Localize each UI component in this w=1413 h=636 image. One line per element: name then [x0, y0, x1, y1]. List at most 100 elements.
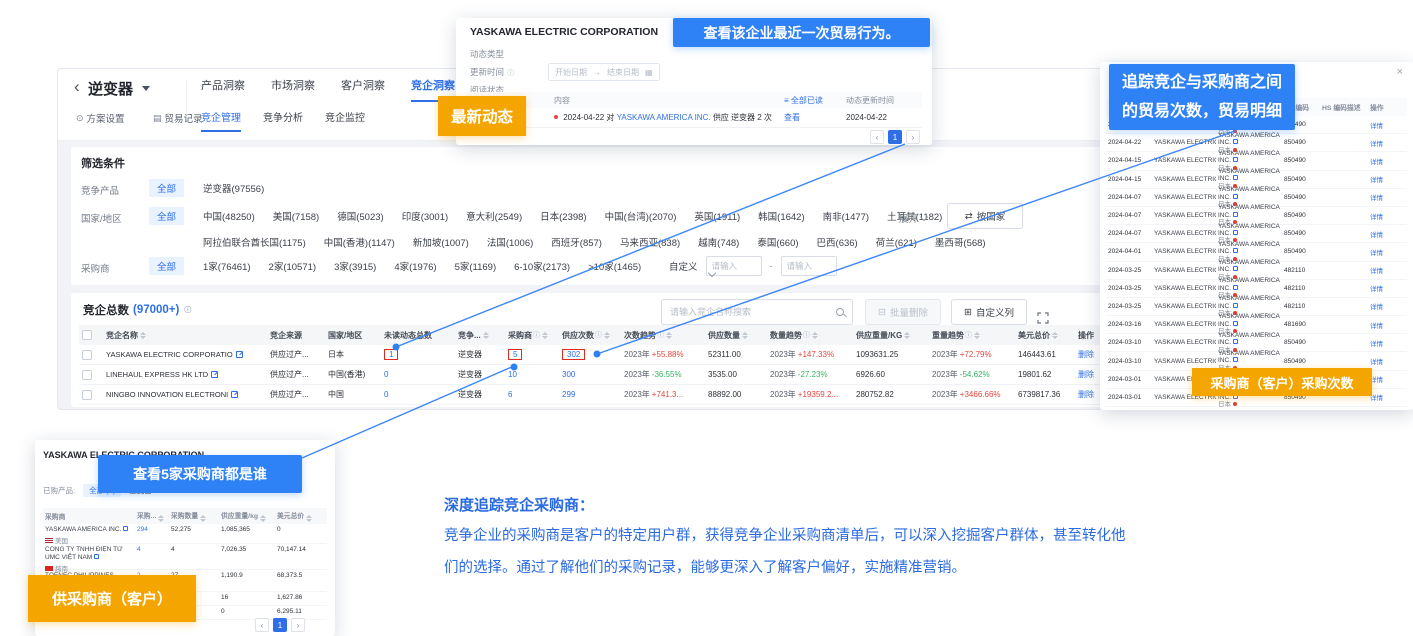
- detail-link[interactable]: 详情: [1370, 395, 1383, 402]
- company-link-icon[interactable]: [1233, 139, 1238, 144]
- delete-row-button[interactable]: 删除: [1078, 389, 1094, 400]
- sort-icon[interactable]: [604, 332, 610, 339]
- detail-link[interactable]: 详情: [1370, 341, 1383, 348]
- filter-option[interactable]: 阿拉伯联合酋长国(1175): [203, 235, 306, 249]
- filter-option[interactable]: 1家(76461): [203, 259, 251, 273]
- detail-link[interactable]: 详情: [1370, 286, 1383, 293]
- company-link-icon[interactable]: [231, 391, 238, 398]
- filter-option[interactable]: 马来西亚(838): [620, 235, 680, 249]
- filter-option[interactable]: 韩国(1642): [758, 209, 804, 223]
- filter-option[interactable]: 逆变器(97556): [203, 181, 264, 195]
- company-link-icon[interactable]: [1233, 285, 1238, 290]
- metric-link[interactable]: 10: [508, 370, 517, 379]
- filter-option[interactable]: 2家(10571): [269, 259, 317, 273]
- filter-option[interactable]: 英国(1911): [694, 209, 740, 223]
- filter-option[interactable]: 意大利(2549): [466, 209, 522, 223]
- nav-tab[interactable]: 客户洞察: [341, 77, 385, 102]
- next-page-button[interactable]: ›: [291, 618, 305, 632]
- company-link-icon[interactable]: [94, 554, 99, 559]
- detail-link[interactable]: 详情: [1370, 159, 1383, 166]
- company-link-icon[interactable]: [123, 526, 128, 531]
- company-link-icon[interactable]: [1233, 230, 1238, 235]
- row-checkbox[interactable]: [82, 390, 92, 400]
- company-link-icon[interactable]: [1233, 212, 1238, 217]
- close-icon[interactable]: ×: [1397, 66, 1403, 78]
- sort-icon[interactable]: [812, 332, 818, 339]
- filter-option[interactable]: 墨西哥(568): [935, 235, 986, 249]
- delete-row-button[interactable]: 删除: [1078, 349, 1094, 360]
- filter-option[interactable]: 印度(3001): [402, 209, 448, 223]
- filter-option[interactable]: 法国(1006): [487, 235, 533, 249]
- filter-option[interactable]: 巴西(636): [817, 235, 858, 249]
- sort-icon[interactable]: [200, 515, 206, 522]
- info-icon[interactable]: ⓘ: [657, 330, 664, 340]
- sort-icon[interactable]: [483, 332, 489, 339]
- row-checkbox[interactable]: [82, 370, 92, 380]
- filter-option[interactable]: 荷兰(621): [876, 235, 917, 249]
- custom-range-label[interactable]: 自定义: [669, 259, 698, 273]
- sub-tab[interactable]: 竞争分析: [263, 109, 303, 132]
- info-icon[interactable]: ⓘ: [533, 330, 540, 340]
- date-range-picker[interactable]: 开始日期 → 结束日期 ▦: [548, 63, 660, 81]
- sort-icon[interactable]: [306, 515, 312, 522]
- filter-option[interactable]: 新加坡(1007): [413, 235, 469, 249]
- metric-link[interactable]: 6: [508, 390, 512, 399]
- mark-all-read-link[interactable]: ≡ 全部已读: [784, 95, 846, 106]
- metric-link[interactable]: 299: [562, 390, 575, 399]
- info-icon[interactable]: ⓘ: [803, 330, 810, 340]
- filter-option[interactable]: 4家(1976): [394, 259, 436, 273]
- filter-option[interactable]: 德国(5023): [337, 209, 383, 223]
- filter-option[interactable]: 中国(香港)(1147): [324, 235, 395, 249]
- filter-option[interactable]: 中国(48250): [203, 209, 255, 223]
- filter-option[interactable]: 中国(台湾)(2070): [605, 209, 677, 223]
- company-link-icon[interactable]: [236, 351, 243, 358]
- search-input[interactable]: [670, 307, 836, 317]
- filter-option[interactable]: >10家(1465): [588, 259, 641, 273]
- buyer-max-input[interactable]: [781, 256, 837, 276]
- select-all-checkbox[interactable]: [82, 330, 92, 340]
- company-link-icon[interactable]: [1233, 157, 1238, 162]
- page-number[interactable]: 1: [273, 618, 287, 632]
- detail-link[interactable]: 详情: [1370, 141, 1383, 148]
- expand-toggle[interactable]: 展开: [899, 211, 927, 225]
- filter-option[interactable]: 5家(1169): [455, 259, 497, 273]
- detail-link[interactable]: 详情: [1370, 359, 1383, 366]
- detail-link[interactable]: 详情: [1370, 268, 1383, 275]
- metric-link[interactable]: 0: [384, 390, 388, 399]
- metric-link[interactable]: 1: [384, 349, 398, 360]
- delete-row-button[interactable]: 删除: [1078, 369, 1094, 380]
- nav-tab[interactable]: 市场洞察: [271, 77, 315, 102]
- detail-link[interactable]: 详情: [1370, 195, 1383, 202]
- filter-country-all[interactable]: 全部: [149, 207, 184, 225]
- by-country-button[interactable]: ⇄按国家: [947, 203, 1023, 229]
- company-link-icon[interactable]: [1233, 248, 1238, 253]
- sort-icon[interactable]: [1052, 332, 1058, 339]
- detail-link[interactable]: 详情: [1370, 323, 1383, 330]
- info-icon[interactable]: ⓘ: [595, 330, 602, 340]
- filter-option[interactable]: 日本(2398): [540, 209, 586, 223]
- filter-option[interactable]: 越南(748): [698, 235, 739, 249]
- detail-link[interactable]: 详情: [1370, 123, 1383, 130]
- view-link[interactable]: 查看: [784, 112, 846, 123]
- company-link-icon[interactable]: [1233, 321, 1238, 326]
- page-number[interactable]: 1: [888, 130, 902, 144]
- sub-tab[interactable]: 竞企管理: [201, 109, 241, 132]
- detail-link[interactable]: 详情: [1370, 214, 1383, 221]
- company-link-icon[interactable]: [211, 371, 218, 378]
- filter-option[interactable]: 西班牙(857): [551, 235, 602, 249]
- sort-icon[interactable]: [260, 515, 266, 522]
- row-checkbox[interactable]: [82, 350, 92, 360]
- nav-tab[interactable]: 产品洞察: [201, 77, 245, 102]
- metric-link[interactable]: 302: [562, 349, 585, 360]
- filter-product-all[interactable]: 全部: [149, 179, 184, 197]
- sort-icon[interactable]: [140, 332, 146, 339]
- custom-columns-button[interactable]: ⊞自定义列: [951, 299, 1027, 325]
- detail-link[interactable]: 详情: [1370, 304, 1383, 311]
- batch-delete-button[interactable]: ⊟批量删除: [865, 299, 941, 325]
- detail-link[interactable]: 详情: [1370, 177, 1383, 184]
- prev-page-button[interactable]: ‹: [255, 618, 269, 632]
- sort-icon[interactable]: [158, 515, 164, 522]
- sort-icon[interactable]: [742, 332, 748, 339]
- filter-option[interactable]: 3家(3915): [334, 259, 376, 273]
- detail-link[interactable]: 详情: [1370, 250, 1383, 257]
